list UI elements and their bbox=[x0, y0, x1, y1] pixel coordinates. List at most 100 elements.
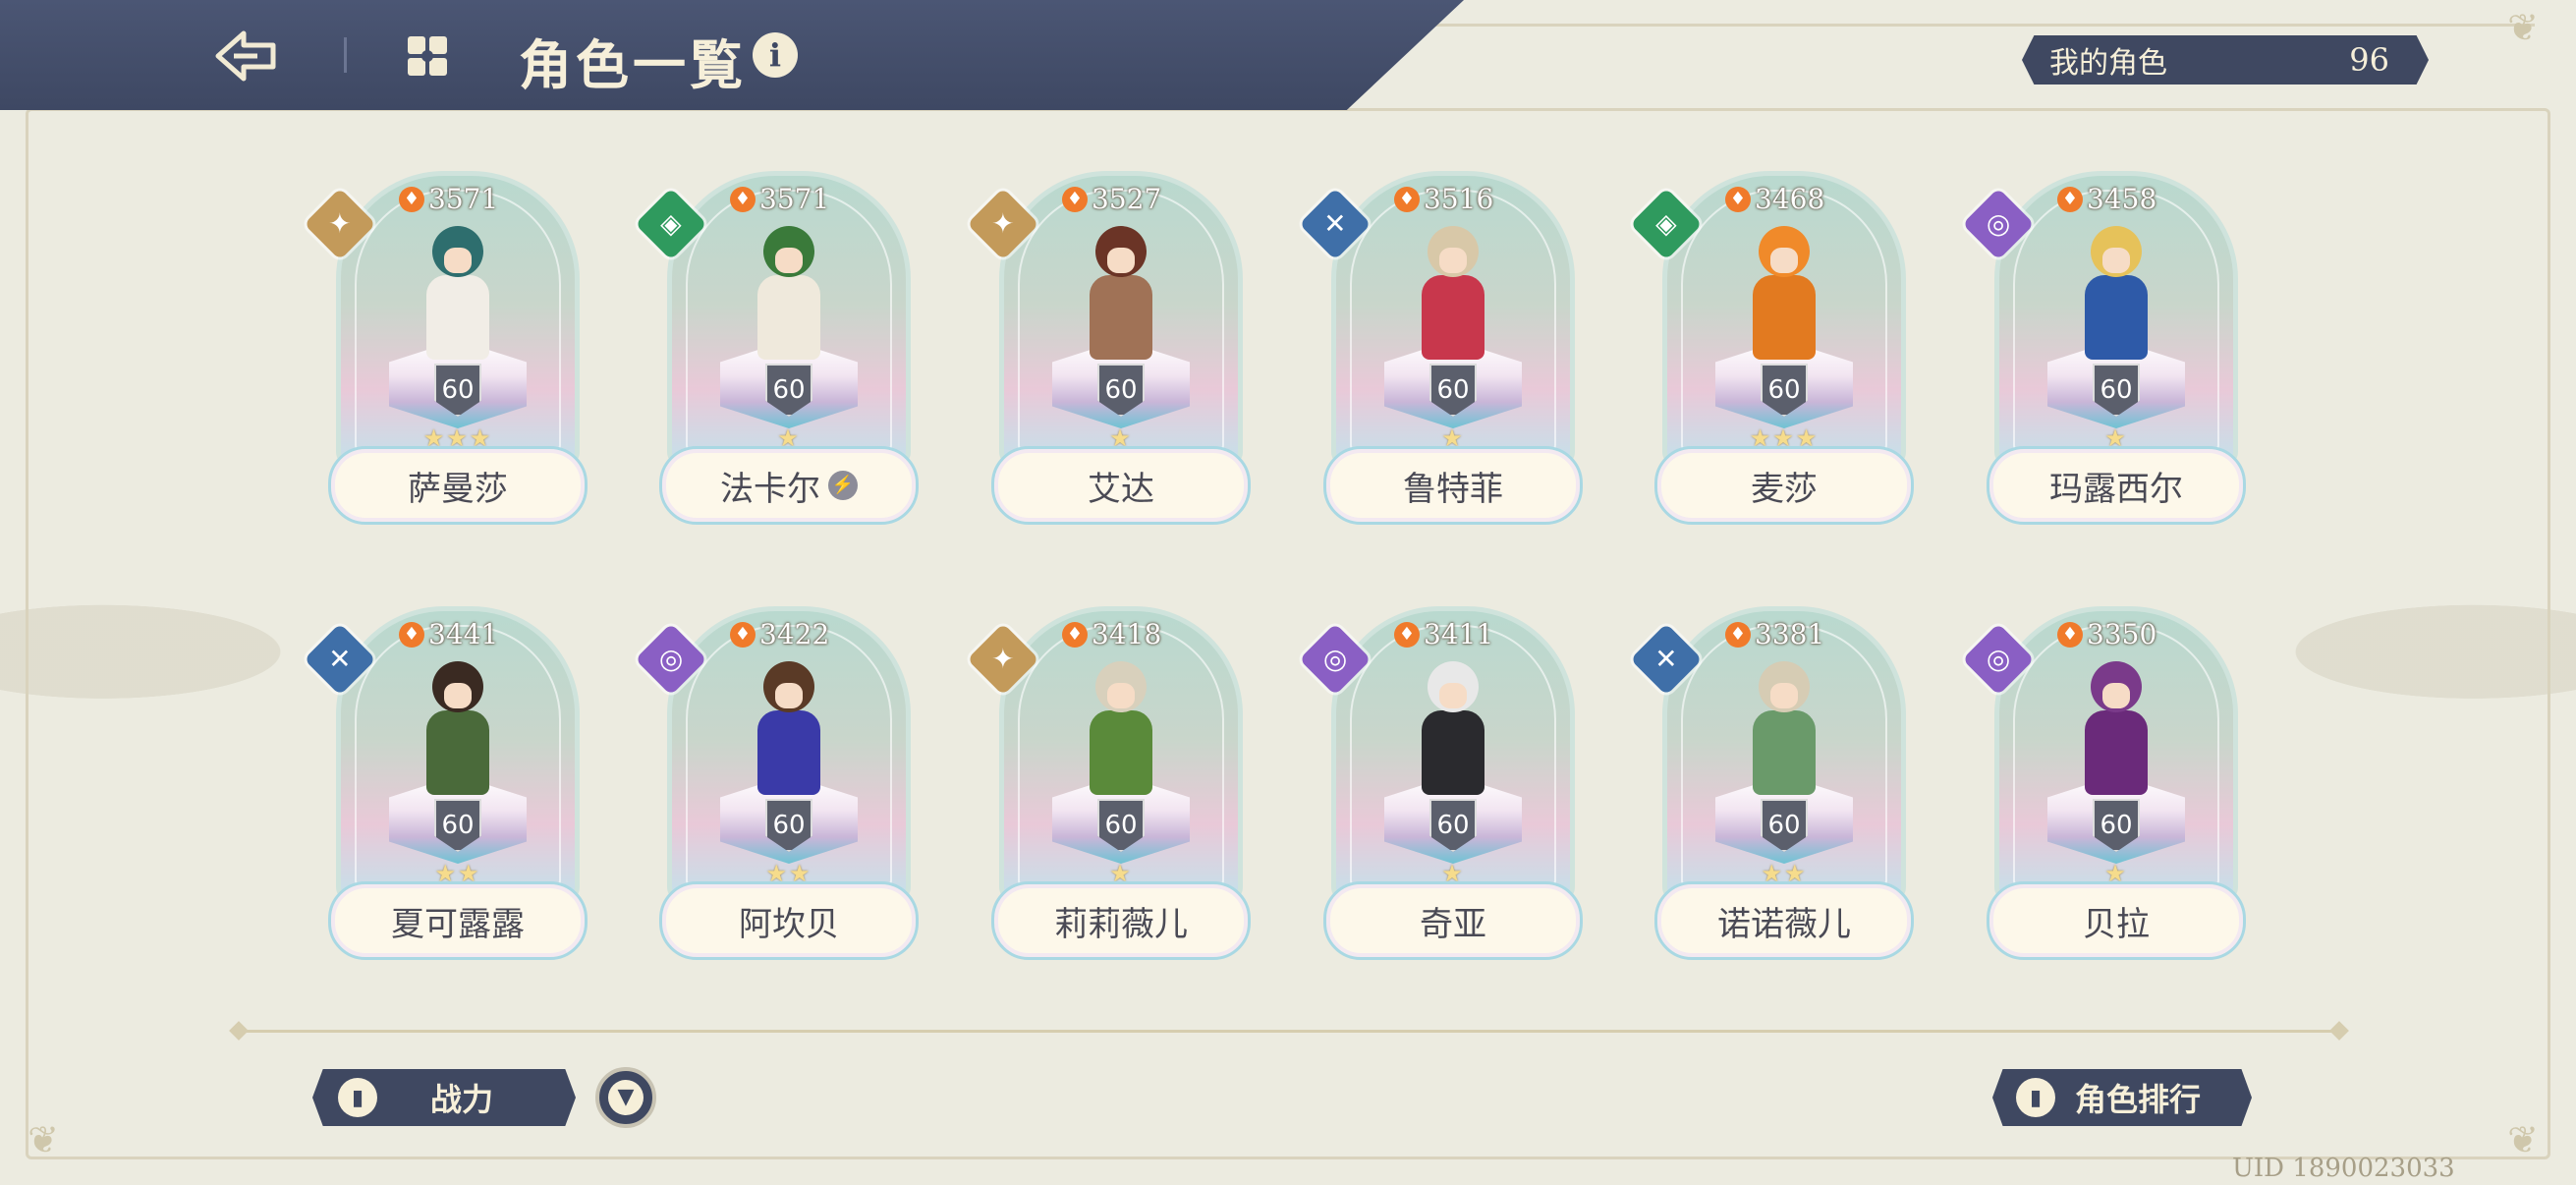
power-display: ♦ 3527 bbox=[1062, 183, 1161, 215]
user-id: UID 1890023033 bbox=[2232, 1154, 2455, 1183]
character-sprite bbox=[746, 226, 832, 360]
character-sprite bbox=[746, 661, 832, 795]
flame-icon: ♦ bbox=[1394, 621, 1420, 648]
name-plate: 玛露西尔 bbox=[1987, 446, 2246, 525]
power-display: ♦ 3571 bbox=[730, 183, 829, 215]
character-card[interactable]: ♦ 3527 ✦ 60 ★ 艾达 bbox=[967, 171, 1251, 535]
power-display: ♦ 3458 bbox=[2057, 183, 2156, 215]
power-display: ♦ 3418 bbox=[1062, 618, 1161, 650]
flame-icon: ♦ bbox=[1725, 621, 1751, 648]
power-display: ♦ 3350 bbox=[2057, 618, 2156, 650]
corner-ornament-icon: ❦ bbox=[28, 1118, 59, 1161]
character-name: 阿坎贝 bbox=[739, 904, 839, 944]
power-display: ♦ 3422 bbox=[730, 618, 829, 650]
role-ranking-button[interactable]: ▮ 角色排行 bbox=[1992, 1069, 2252, 1126]
character-card[interactable]: ♦ 3350 ◎ 60 ★ 贝拉 bbox=[1962, 606, 2246, 970]
character-name: 艾达 bbox=[1088, 469, 1154, 509]
my-roles-counter: 我的角色 96 bbox=[2022, 35, 2429, 85]
character-card[interactable]: ♦ 3468 ◈ 60 ★★★ 麦莎 bbox=[1630, 171, 1914, 535]
footer-divider bbox=[236, 1030, 2342, 1033]
power-display: ♦ 3381 bbox=[1725, 618, 1824, 650]
name-plate: 萨曼莎 bbox=[328, 446, 588, 525]
character-sprite bbox=[1410, 226, 1496, 360]
character-card[interactable]: ♦ 3571 ✦ 60 ★★★ 萨曼莎 bbox=[304, 171, 588, 535]
character-sprite bbox=[415, 661, 501, 795]
power-display: ♦ 3516 bbox=[1394, 183, 1493, 215]
flame-icon: ♦ bbox=[730, 186, 756, 212]
character-name: 贝拉 bbox=[2083, 904, 2150, 944]
character-card[interactable]: ♦ 3571 ◈ 60 ★ 法卡尔 ⚡ bbox=[635, 171, 919, 535]
flame-icon: ♦ bbox=[1725, 186, 1751, 212]
power-value: 3527 bbox=[1092, 183, 1162, 215]
power-display: ♦ 3468 bbox=[1725, 183, 1824, 215]
character-sprite bbox=[1410, 661, 1496, 795]
character-name: 莉莉薇儿 bbox=[1054, 904, 1188, 944]
character-card[interactable]: ♦ 3422 ◎ 60 ★★ 阿坎贝 bbox=[635, 606, 919, 970]
menu-grid-button[interactable] bbox=[398, 29, 457, 83]
name-plate: 贝拉 bbox=[1987, 881, 2246, 960]
power-value: 3571 bbox=[428, 183, 499, 215]
character-name: 麦莎 bbox=[1751, 469, 1818, 509]
power-value: 3441 bbox=[428, 618, 499, 650]
character-name: 玛露西尔 bbox=[2049, 469, 2183, 509]
name-plate: 阿坎贝 bbox=[659, 881, 919, 960]
character-sprite bbox=[1741, 226, 1827, 360]
character-sprite bbox=[1078, 661, 1164, 795]
name-plate: 鲁特菲 bbox=[1323, 446, 1583, 525]
header-separator bbox=[344, 37, 347, 73]
power-value: 3422 bbox=[759, 618, 830, 650]
power-value: 3418 bbox=[1092, 618, 1162, 650]
flame-icon: ♦ bbox=[2057, 621, 2083, 648]
character-name: 奇亚 bbox=[1420, 904, 1486, 944]
name-plate: 诺诺薇儿 bbox=[1654, 881, 1914, 960]
flame-icon: ♦ bbox=[1062, 621, 1088, 648]
sort-power-button[interactable]: ▮ 战力 bbox=[312, 1069, 576, 1126]
bar-chart-icon: ▮ bbox=[2016, 1078, 2055, 1117]
character-sprite bbox=[1741, 661, 1827, 795]
awaken-badge-icon: ⚡ bbox=[828, 471, 858, 500]
corner-ornament-icon: ❦ bbox=[2507, 1118, 2539, 1161]
power-value: 3468 bbox=[1755, 183, 1825, 215]
character-sprite bbox=[1078, 226, 1164, 360]
back-arrow-icon bbox=[215, 30, 276, 82]
flame-icon: ♦ bbox=[1394, 186, 1420, 212]
grid-icon bbox=[408, 36, 447, 76]
character-name: 诺诺薇儿 bbox=[1717, 904, 1851, 944]
ranking-label: 角色排行 bbox=[2075, 1081, 2202, 1118]
flame-icon: ♦ bbox=[730, 621, 756, 648]
power-display: ♦ 3571 bbox=[399, 183, 498, 215]
power-display: ♦ 3441 bbox=[399, 618, 498, 650]
character-card[interactable]: ♦ 3381 ✕ 60 ★★ 诺诺薇儿 bbox=[1630, 606, 1914, 970]
power-value: 3350 bbox=[2087, 618, 2157, 650]
character-card[interactable]: ♦ 3458 ◎ 60 ★ 玛露西尔 bbox=[1962, 171, 2246, 535]
power-value: 3411 bbox=[1424, 618, 1494, 650]
character-name: 法卡尔 bbox=[720, 469, 820, 509]
name-plate: 艾达 bbox=[991, 446, 1251, 525]
page-title: 角色一覧 bbox=[519, 33, 747, 96]
name-plate: 麦莎 bbox=[1654, 446, 1914, 525]
flame-icon: ♦ bbox=[1062, 186, 1088, 212]
power-value: 3571 bbox=[759, 183, 830, 215]
character-sprite bbox=[415, 226, 501, 360]
character-name: 萨曼莎 bbox=[408, 469, 508, 509]
character-name: 夏可露露 bbox=[391, 904, 525, 944]
sort-label: 战力 bbox=[430, 1081, 494, 1118]
flame-icon: ♦ bbox=[399, 186, 424, 212]
character-card[interactable]: ♦ 3441 ✕ 60 ★★ 夏可露露 bbox=[304, 606, 588, 970]
character-card[interactable]: ♦ 3516 ✕ 60 ★ 鲁特菲 bbox=[1299, 171, 1583, 535]
my-roles-count: 96 bbox=[2349, 41, 2389, 79]
info-button[interactable]: i bbox=[753, 32, 798, 78]
flame-icon: ♦ bbox=[2057, 186, 2083, 212]
corner-ornament-icon: ❦ bbox=[2507, 6, 2539, 49]
power-value: 3516 bbox=[1424, 183, 1494, 215]
character-sprite bbox=[2073, 661, 2159, 795]
power-display: ♦ 3411 bbox=[1394, 618, 1493, 650]
character-card[interactable]: ♦ 3418 ✦ 60 ★ 莉莉薇儿 bbox=[967, 606, 1251, 970]
character-card[interactable]: ♦ 3411 ◎ 60 ★ 奇亚 bbox=[1299, 606, 1583, 970]
back-button[interactable] bbox=[206, 22, 285, 90]
frame-top-line bbox=[1395, 24, 2535, 27]
flame-icon: ♦ bbox=[399, 621, 424, 648]
name-plate: 莉莉薇儿 bbox=[991, 881, 1251, 960]
filter-button[interactable]: ▼ bbox=[595, 1067, 656, 1128]
character-name: 鲁特菲 bbox=[1403, 469, 1503, 509]
